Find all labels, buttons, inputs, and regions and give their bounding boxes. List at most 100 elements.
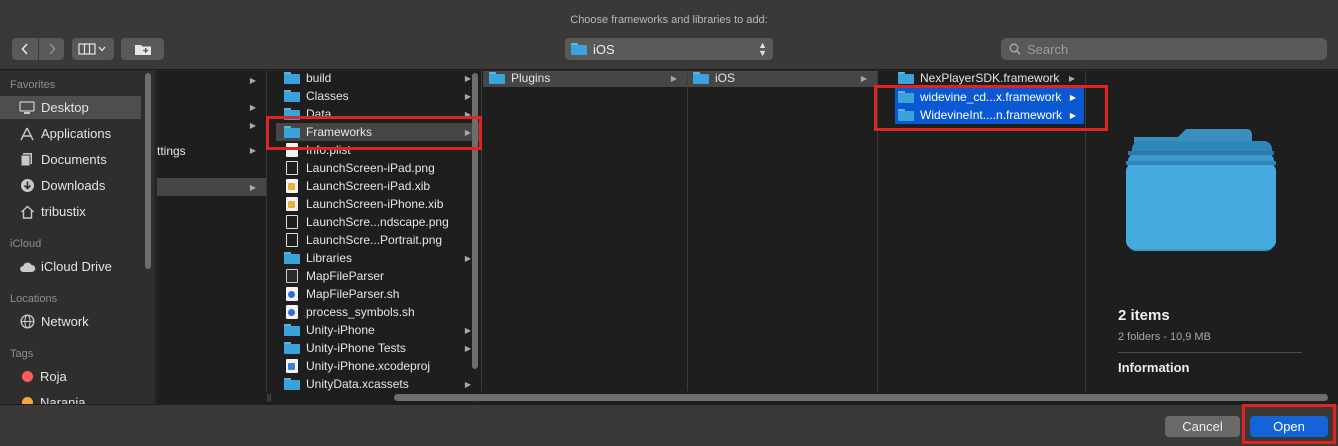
browser-column-5: NexPlayerSDK.framework ▶ widevine_cd...x.… [878,71,1086,391]
list-item-widevine-cdm[interactable]: widevine_cd...x.framework ▶ [878,88,1085,106]
search-icon [1009,43,1021,55]
dialog-header: Choose frameworks and libraries to add: … [0,0,1338,70]
column-view-icon [78,43,106,55]
disclosure-arrow-icon: ▶ [670,73,677,83]
browser-column-2: build ▶ Classes ▶ Data ▶ Frameworks ▶ Info.p… [276,71,482,391]
list-item-launchscreen-ipad-xib[interactable]: LaunchScreen-iPad.xib [276,177,481,195]
xcodeproj-file-icon [286,359,298,373]
information-heading: Information [1118,360,1190,375]
column-resize-handle[interactable]: || [267,393,271,402]
list-item-unity-iphone-tests[interactable]: Unity-iPhone Tests ▶ [276,339,481,357]
list-item-classes[interactable]: Classes ▶ [276,87,481,105]
dialog-title: Choose frameworks and libraries to add: [570,14,768,26]
disclosure-arrow-icon: ▶ [860,73,867,83]
horizontal-scrollbar[interactable] [392,392,1336,402]
location-popup[interactable]: iOS ▲ ▼ [565,38,773,60]
list-item-build[interactable]: build ▶ [276,71,481,87]
list-item[interactable]: ▶ [157,116,266,134]
chevron-right-icon [48,43,56,55]
list-item-selected-path[interactable]: ▶ [157,178,266,196]
view-mode-button[interactable] [72,38,114,60]
sidebar-item-label: Naranja [40,395,86,404]
list-item-frameworks[interactable]: Frameworks ▶ [276,123,481,141]
disclosure-arrow-icon: ▶ [249,182,256,192]
list-item-plugins[interactable]: Plugins ▶ [483,71,687,87]
sidebar: Favorites Desktop Applications Documents… [0,71,156,404]
list-item-process-symbols-sh[interactable]: process_symbols.sh [276,303,481,321]
list-item-nexplayersdk[interactable]: NexPlayerSDK.framework ▶ [878,71,1085,87]
script-file-icon [286,305,298,319]
item-name: Data [306,107,332,121]
list-item-launchscreen-portrait-png[interactable]: LaunchScre...Portrait.png [276,231,481,249]
folder-icon [284,252,300,264]
list-item-launchscreen-ipad-png[interactable]: LaunchScreen-iPad.png [276,159,481,177]
sidebar-item-documents[interactable]: Documents [0,148,141,171]
sidebar-item-desktop[interactable]: Desktop [0,96,141,119]
list-item-info-plist[interactable]: Info.plist [276,141,481,159]
item-name: Unity-iPhone Tests [306,341,406,355]
back-button[interactable] [12,38,38,60]
image-file-icon [286,215,298,229]
cancel-button[interactable]: Cancel [1165,416,1240,437]
forward-button[interactable] [38,38,64,60]
disclosure-arrow-icon: ▶ [1069,92,1076,102]
search-field[interactable] [1001,38,1327,60]
sidebar-item-applications[interactable]: Applications [0,122,141,145]
list-item-ios[interactable]: iOS ▶ [688,71,877,87]
new-folder-icon [134,44,151,55]
list-item-launchscreen-iphone-xib[interactable]: LaunchScreen-iPhone.xib [276,195,481,213]
item-name: build [306,71,332,85]
item-name: widevine_cd...x.framework [920,90,1062,104]
chevron-left-icon [21,43,28,55]
item-details: 2 folders - 10,9 MB [1118,331,1211,343]
back-forward-group [12,38,64,60]
sidebar-scrollbar[interactable] [144,71,152,271]
folder-icon [489,72,505,84]
folder-icon [284,378,300,390]
disclosure-arrow-icon: ▶ [1069,110,1076,120]
location-label: iOS [593,41,615,57]
cloud-icon [18,259,36,275]
list-item-xcodeproj[interactable]: Unity-iPhone.xcodeproj [276,357,481,375]
list-item[interactable]: ttings [157,142,266,160]
sidebar-tag-naranja[interactable]: Naranja [0,391,141,404]
sidebar-item-label: Documents [41,152,107,167]
disclosure-arrow-icon: ▶ [1068,73,1075,83]
list-item-libraries[interactable]: Libraries ▶ [276,249,481,267]
list-item-launchscreen-landscape-png[interactable]: LaunchScre...ndscape.png [276,213,481,231]
image-file-icon [286,161,298,175]
item-name: LaunchScre...Portrait.png [306,233,443,247]
sidebar-section-tags: Tags [10,348,34,360]
sidebar-tag-roja[interactable]: Roja [0,365,141,388]
list-item-unitydata-xcassets[interactable]: UnityData.xcassets ▶ [276,375,481,391]
folder-icon [284,72,300,84]
list-item-data[interactable]: Data ▶ [276,105,481,123]
list-item[interactable]: ▶ [157,71,266,89]
sidebar-item-label: iCloud Drive [41,259,112,274]
sidebar-item-downloads[interactable]: Downloads [0,174,141,197]
list-item-mapfileparser[interactable]: MapFileParser [276,267,481,285]
list-item-mapfileparser-sh[interactable]: MapFileParser.sh [276,285,481,303]
divider [1118,352,1302,353]
item-name: MapFileParser.sh [306,287,400,301]
downloads-icon [18,178,36,194]
new-folder-button[interactable] [121,38,164,60]
item-name: Plugins [511,71,551,85]
item-name: NexPlayerSDK.framework [920,71,1060,85]
browser-column-4: iOS ▶ [688,71,878,391]
folder-stack-icon [1126,129,1276,251]
network-icon [18,314,36,330]
folder-icon [284,108,300,120]
list-item-widevine-int[interactable]: WidevineInt....n.framework ▶ [878,106,1085,124]
list-item-unity-iphone[interactable]: Unity-iPhone ▶ [276,321,481,339]
sidebar-item-icloud-drive[interactable]: iCloud Drive [0,255,141,278]
disclosure-arrow-icon: ▶ [249,102,256,112]
item-name: LaunchScreen-iPhone.xib [306,197,444,211]
list-item[interactable]: ▶ [157,98,266,116]
sidebar-item-network[interactable]: Network [0,310,141,333]
open-button[interactable]: Open [1250,416,1328,437]
sidebar-item-home[interactable]: tribustix [0,200,141,223]
item-name: Frameworks [306,125,373,139]
column-2-scrollbar[interactable] [471,71,479,391]
search-input[interactable] [1027,41,1317,57]
